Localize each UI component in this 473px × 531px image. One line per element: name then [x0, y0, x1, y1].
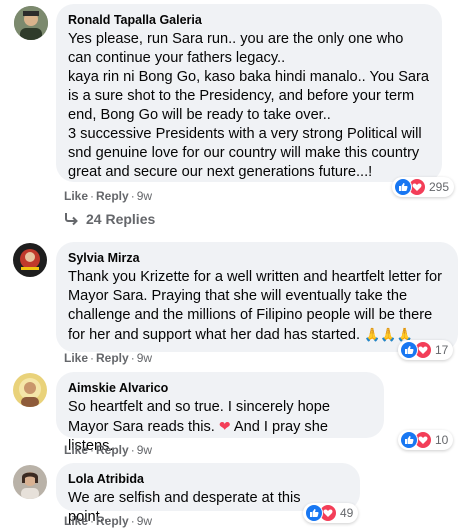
comment-bubble: Sylvia Mirza Thank you Krizette for a we…: [56, 242, 458, 352]
like-reaction-icon: [400, 431, 418, 449]
avatar[interactable]: [13, 465, 47, 499]
comment-author[interactable]: Lola Atribida: [68, 471, 348, 487]
comment-text: Yes please, run Sara run.. you are the o…: [68, 31, 430, 180]
comment-author[interactable]: Ronald Tapalla Galeria: [68, 12, 430, 28]
reaction-summary[interactable]: 17: [398, 340, 454, 360]
comment-actions: Like · Reply · 9w: [64, 443, 153, 457]
comment-ronald: Ronald Tapalla Galeria Yes please, run S…: [0, 0, 473, 235]
comment-aimskie: Aimskie Alvarico So heartfelt and so tru…: [0, 366, 473, 458]
reaction-summary[interactable]: 10: [398, 430, 454, 450]
comment-lola: Lola Atribida We are selfish and despera…: [0, 458, 473, 531]
like-link[interactable]: Like: [64, 189, 88, 203]
comment-age[interactable]: 9w: [137, 443, 152, 457]
replies-count-label[interactable]: 24 Replies: [86, 211, 155, 227]
view-replies-link[interactable]: 24 Replies: [64, 211, 155, 227]
like-reaction-icon: [394, 178, 412, 196]
reply-link[interactable]: Reply: [96, 443, 129, 457]
like-link[interactable]: Like: [64, 351, 88, 365]
comment-age[interactable]: 9w: [137, 351, 152, 365]
comment-actions: Like · Reply · 9w: [64, 514, 153, 528]
comment-sylvia: Sylvia Mirza Thank you Krizette for a we…: [0, 236, 473, 366]
profile-photo-icon: [14, 6, 48, 40]
profile-photo-icon: [13, 465, 47, 499]
comment-text: Thank you Krizette for a well written an…: [68, 268, 446, 345]
avatar[interactable]: [14, 6, 48, 40]
reply-link[interactable]: Reply: [96, 514, 129, 528]
like-reaction-icon: [305, 504, 323, 522]
reply-link[interactable]: Reply: [96, 351, 129, 365]
avatar[interactable]: [13, 243, 47, 277]
reaction-count: 295: [429, 180, 450, 194]
comment-actions: Like · Reply · 9w: [64, 189, 153, 203]
reaction-summary[interactable]: 49: [303, 503, 359, 523]
comment-author[interactable]: Sylvia Mirza: [68, 250, 446, 266]
comment-age[interactable]: 9w: [137, 514, 152, 528]
like-link[interactable]: Like: [64, 443, 88, 457]
avatar[interactable]: [13, 373, 47, 407]
reaction-count: 17: [435, 343, 449, 357]
comment-age[interactable]: 9w: [137, 189, 152, 203]
red-heart-emoji: ❤: [218, 418, 231, 434]
comment-author[interactable]: Aimskie Alvarico: [68, 380, 372, 396]
comment-bubble: Ronald Tapalla Galeria Yes please, run S…: [56, 4, 442, 182]
like-reaction-icon: [400, 341, 418, 359]
like-link[interactable]: Like: [64, 514, 88, 528]
reaction-summary[interactable]: 295: [392, 177, 455, 197]
comment-bubble: Aimskie Alvarico So heartfelt and so tru…: [56, 372, 384, 454]
reply-arrow-icon: [65, 213, 78, 226]
reaction-count: 10: [435, 433, 449, 447]
reaction-count: 49: [340, 506, 354, 520]
reply-link[interactable]: Reply: [96, 189, 129, 203]
profile-photo-icon: [13, 243, 47, 277]
comment-actions: Like · Reply · 9w: [64, 351, 153, 365]
profile-photo-icon: [13, 373, 47, 407]
